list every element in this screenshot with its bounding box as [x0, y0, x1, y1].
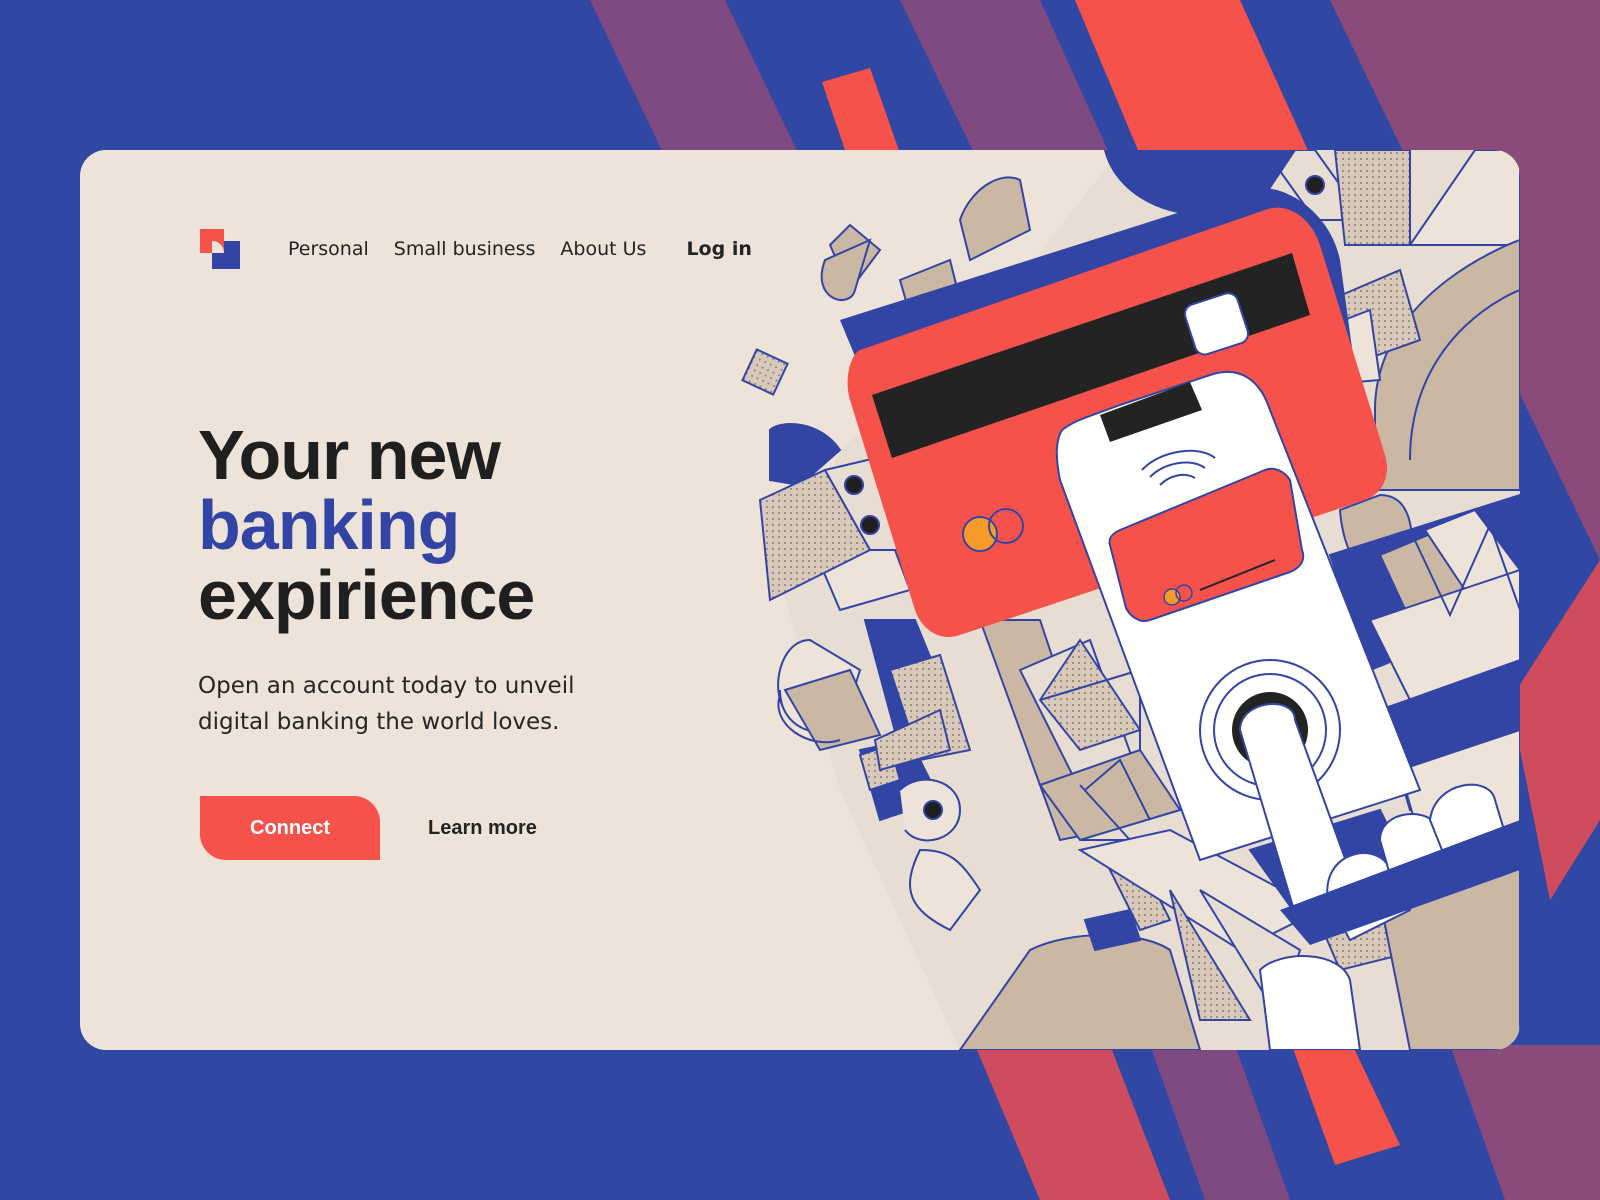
learn-more-link[interactable]: Learn more — [428, 817, 537, 840]
hero-headline: Your new banking expirience — [198, 420, 718, 630]
nav-link-personal[interactable]: Personal — [288, 238, 369, 260]
nav-link-about-us[interactable]: About Us — [560, 238, 646, 260]
brand-logo[interactable] — [200, 229, 240, 269]
cta-row: Connect Learn more — [200, 796, 537, 860]
headline-line-2: banking — [198, 486, 460, 564]
headline-line-3: expirience — [198, 556, 535, 634]
connect-button[interactable]: Connect — [200, 796, 380, 860]
top-navigation: Personal Small business About Us Log in — [200, 228, 752, 270]
login-link[interactable]: Log in — [686, 238, 751, 260]
hero-card: Personal Small business About Us Log in … — [80, 150, 1520, 1050]
hero-subtitle: Open an account today to unveil digital … — [198, 673, 575, 735]
brand-logo-icon — [200, 229, 240, 269]
nav-link-small-business[interactable]: Small business — [394, 238, 536, 260]
hero-section: Your new banking expirience Open an acco… — [198, 420, 718, 740]
headline-line-1: Your new — [198, 416, 501, 494]
